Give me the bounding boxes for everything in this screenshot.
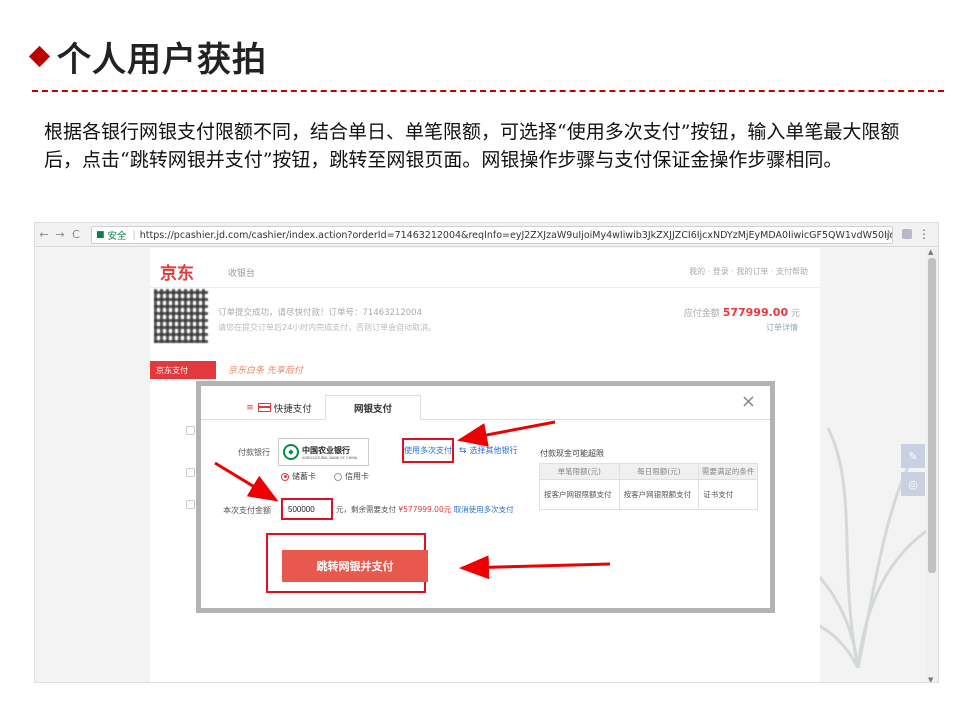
remaining-amount: ¥577999.00元 xyxy=(398,505,452,514)
feedback-icon[interactable]: ◎ xyxy=(901,472,925,496)
card-icon xyxy=(257,403,271,412)
amount-due: 应付金额 577999.00 元 xyxy=(684,306,800,319)
list-checkbox[interactable] xyxy=(186,500,195,509)
bookmark-star-icon[interactable]: ☆ xyxy=(884,228,894,241)
list-checkbox[interactable] xyxy=(186,468,195,477)
header-links[interactable]: 我的 · 登录 · 我的订单 · 支付帮助 xyxy=(689,266,808,277)
secure-label: 安全 xyxy=(107,231,127,242)
amount-label: 本次支付金额 xyxy=(223,506,271,515)
amount-value: 577999.00 xyxy=(722,306,789,319)
lock-icon: ■ xyxy=(96,230,105,240)
debit-label[interactable]: 储蓄卡 xyxy=(292,471,316,482)
abc-bank-logo-icon: ◆ xyxy=(283,444,299,460)
order-detail-link[interactable]: 订单详情 xyxy=(766,322,798,333)
edit-icon[interactable]: ✎ xyxy=(901,444,925,468)
forward-icon[interactable]: → xyxy=(53,228,67,241)
unit-text: 元，剩余需要支付 xyxy=(336,505,396,514)
amount-prefix: 应付金额 xyxy=(683,309,720,319)
limit-cell: 证书支付 xyxy=(698,479,758,510)
url-text: https://pcashier.jd.com/cashier/index.ac… xyxy=(139,229,893,241)
back-icon[interactable]: ← xyxy=(37,228,51,241)
tab-netbank-pay[interactable]: 网银支付 xyxy=(325,395,421,420)
table-row: 按客户网银限额支付 按客户网银限额支付 证书支付 xyxy=(539,479,758,510)
extension-icon[interactable] xyxy=(902,229,912,239)
bank-name: 中国农业银行 AGRICULTURAL BANK OF CHINA xyxy=(302,445,357,460)
scrollbar[interactable]: ▲ ▼ xyxy=(926,248,938,682)
bank-name-en: AGRICULTURAL BANK OF CHINA xyxy=(302,455,358,460)
scroll-up-icon[interactable]: ▲ xyxy=(928,248,933,256)
bank-name-cn: 中国农业银行 xyxy=(302,444,350,455)
diamond-bullet-icon xyxy=(28,45,51,67)
tab-quick-label: 快捷支付 xyxy=(273,403,312,415)
jd-pay-badge: 京东支付 xyxy=(150,361,216,379)
close-icon[interactable]: × xyxy=(741,391,756,412)
cashier-label: 收银台 xyxy=(228,269,256,279)
jump-netbank-pay-button[interactable]: 跳转网银并支付 xyxy=(282,550,428,582)
credit-label[interactable]: 信用卡 xyxy=(345,471,369,482)
list-checkbox[interactable] xyxy=(186,426,195,435)
tab-quick-pay[interactable]: ≡ 快捷支付 xyxy=(229,395,329,420)
radio-debit[interactable] xyxy=(281,472,289,481)
browser-menu-icon[interactable]: ⋮ xyxy=(918,227,930,241)
menu-lines-icon: ≡ xyxy=(246,402,254,413)
multi-pay-button[interactable]: 使用多次支付 xyxy=(402,438,454,463)
limit-cell: 按客户网银限额支付 xyxy=(539,479,620,510)
limit-header: 需要满足的条件 xyxy=(698,463,758,480)
swap-icon: ⇆ xyxy=(459,446,467,456)
netbank-pay-dialog: ≡ 快捷支付 网银支付 × 付款银行 ◆ 中国农业银行 AGRICULTURAL… xyxy=(196,381,775,613)
amount-note: 元，剩余需要支付 ¥577999.00元 取消使用多次支付 xyxy=(336,504,514,515)
cancel-multi-pay-link[interactable]: 取消使用多次支付 xyxy=(454,505,514,514)
radio-credit[interactable] xyxy=(334,472,342,481)
order-info-secondary: 请您在提交订单后24小时内完成支付，否则订单会自动取消。 xyxy=(218,323,437,332)
other-bank-link[interactable]: ⇆ 选择其他银行 xyxy=(459,445,518,456)
other-bank-label: 选择其他银行 xyxy=(469,446,518,455)
title-row: 个人用户获拍 xyxy=(28,34,267,80)
amount-suffix: 元 xyxy=(790,309,800,319)
jd-header: 京东 收银台 我的 · 登录 · 我的订单 · 支付帮助 xyxy=(150,248,820,288)
amount-input[interactable] xyxy=(281,498,333,520)
slide: 个人用户获拍 根据各银行网银支付限额不同，结合单日、单笔限额，可选择“使用多次支… xyxy=(0,0,967,723)
address-bar[interactable]: ■ 安全 | https://pcashier.jd.com/cashier/i… xyxy=(91,226,893,244)
reload-icon[interactable]: C xyxy=(69,228,83,241)
url-separator: | xyxy=(132,229,136,241)
jd-logo[interactable]: 京东 xyxy=(160,259,194,284)
card-type-group: 储蓄卡 信用卡 xyxy=(281,471,369,482)
bank-selector[interactable]: ◆ 中国农业银行 AGRICULTURAL BANK OF CHINA xyxy=(278,438,369,466)
scrollbar-thumb[interactable] xyxy=(928,258,936,573)
pay-tabs: ≡ 快捷支付 网银支付 × xyxy=(201,386,770,420)
slide-title: 个人用户获拍 xyxy=(57,39,267,80)
limit-table: 单笔限额(元) 每日限额(元) 需要满足的条件 按客户网银限额支付 按客户网银限… xyxy=(539,463,758,510)
limit-header: 单笔限额(元) xyxy=(539,463,620,480)
scroll-down-icon[interactable]: ▼ xyxy=(928,676,933,682)
limit-cell: 按客户网银限额支付 xyxy=(618,479,700,510)
pay-bank-label: 付款银行 xyxy=(238,448,270,457)
jd-slogan: 京东白条 先享后付 xyxy=(228,366,303,376)
qr-code-icon xyxy=(154,289,208,343)
title-divider xyxy=(32,90,944,92)
side-tools: ✎ ◎ xyxy=(901,444,925,500)
limit-header: 每日限额(元) xyxy=(618,463,700,480)
order-info: 订单提交成功，请尽快付款！订单号：71463212004 xyxy=(218,308,422,318)
pay-button-highlight: 跳转网银并支付 xyxy=(266,533,428,593)
slide-paragraph: 根据各银行网银支付限额不同，结合单日、单笔限额，可选择“使用多次支付”按钮，输入… xyxy=(44,121,900,171)
limit-title: 付款现金可能超限 xyxy=(540,449,604,458)
address-toolbar: ← → C ■ 安全 | https://pcashier.jd.com/cas… xyxy=(35,223,938,247)
